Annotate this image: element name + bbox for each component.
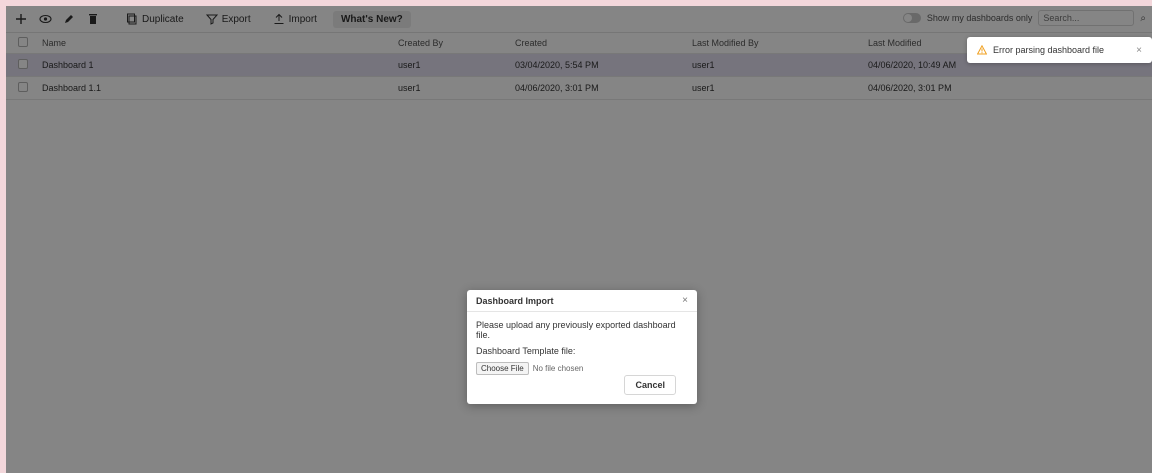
no-file-text: No file chosen (532, 364, 584, 373)
toast-message: Error parsing dashboard file (993, 45, 1105, 55)
dashboard-manager: Duplicate Export Import What's New? Show… (6, 6, 1152, 473)
dialog-close-icon[interactable]: × (682, 295, 688, 306)
dialog-header: Dashboard Import × (467, 290, 697, 312)
error-toast: Error parsing dashboard file × (967, 37, 1152, 63)
cancel-button[interactable]: Cancel (624, 375, 676, 395)
choose-file-button[interactable]: Choose File (476, 362, 529, 375)
file-field-label: Dashboard Template file: (476, 346, 576, 356)
dialog-body: Please upload any previously exported da… (467, 312, 697, 375)
warning-icon (977, 45, 987, 55)
dialog-title: Dashboard Import (476, 295, 554, 306)
toast-close-icon[interactable]: × (1136, 45, 1142, 56)
import-dialog: Dashboard Import × Please upload any pre… (467, 290, 697, 404)
dialog-description: Please upload any previously exported da… (476, 320, 676, 340)
file-input: Choose File No file chosen (476, 362, 688, 375)
